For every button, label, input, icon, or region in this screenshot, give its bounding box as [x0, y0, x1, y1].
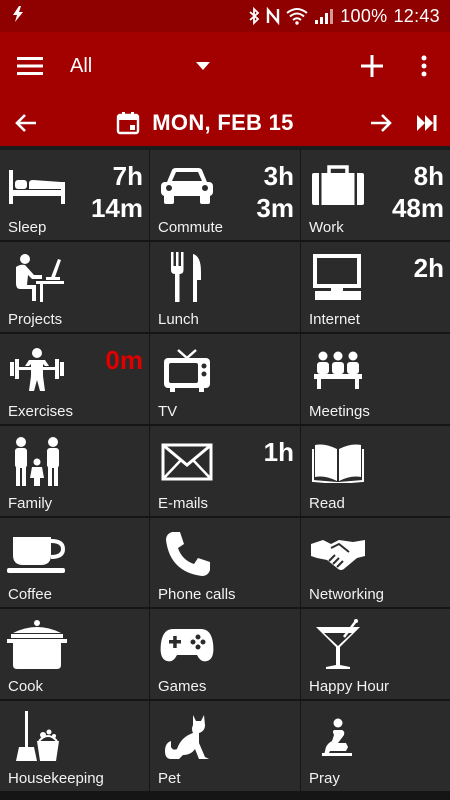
activity-duration: 1h — [263, 436, 294, 467]
bluetooth-icon — [248, 7, 260, 25]
book-icon — [307, 434, 369, 490]
overflow-menu-button[interactable] — [398, 32, 450, 100]
signal-icon — [314, 7, 334, 25]
add-button[interactable] — [346, 32, 398, 100]
activity-name: Games — [158, 678, 207, 696]
clock: 12:43 — [393, 5, 440, 26]
person-at-desk-icon — [6, 250, 68, 306]
activity-tile[interactable]: Pray — [301, 701, 450, 792]
family-icon — [6, 434, 68, 490]
calendar-icon — [117, 112, 140, 135]
activity-name: Coffee — [8, 586, 52, 604]
activity-duration: 8h 48m — [391, 161, 444, 223]
activity-name: Work — [309, 218, 344, 236]
activity-tile[interactable]: 3h 3m Commute — [150, 150, 300, 240]
nfc-icon — [266, 7, 280, 25]
cooking-pot-icon — [6, 617, 68, 673]
activity-tile[interactable]: Cook — [0, 609, 149, 700]
activity-name: Cook — [8, 678, 44, 696]
activity-name: Projects — [8, 310, 63, 328]
activity-tile[interactable]: 0m Exercises — [0, 333, 149, 424]
current-date: MON, FEB 15 — [152, 110, 294, 135]
briefcase-icon — [307, 158, 369, 214]
activity-name: Networking — [309, 586, 385, 604]
activity-name: Pray — [309, 770, 340, 788]
activity-name: Read — [309, 494, 345, 512]
activity-tile[interactable]: Phone calls — [150, 517, 300, 608]
fork-knife-icon — [156, 250, 218, 306]
toolbar: All — [0, 32, 450, 100]
activity-duration: 3h 3m — [256, 161, 294, 223]
computer-icon — [307, 250, 369, 306]
cat-icon — [156, 709, 218, 765]
activity-name: Family — [8, 494, 53, 512]
broom-bucket-icon — [6, 709, 68, 765]
jump-to-today-button[interactable] — [404, 100, 450, 146]
phone-icon — [156, 526, 218, 582]
activity-tile[interactable]: Projects — [0, 241, 149, 332]
date-picker[interactable]: MON, FEB 15 — [52, 110, 358, 136]
more-vertical-icon — [421, 55, 427, 77]
activity-tile[interactable]: TV — [150, 333, 300, 424]
bottom-edge — [0, 791, 450, 800]
praying-person-icon — [307, 709, 369, 765]
activity-name: Happy Hour — [309, 678, 390, 696]
activity-name: E-mails — [158, 494, 209, 512]
status-bar: 100% 12:43 — [0, 0, 450, 32]
gamepad-icon — [156, 617, 218, 673]
activity-tile[interactable]: Family — [0, 425, 149, 516]
meeting-icon — [307, 342, 369, 398]
activity-tile[interactable]: Networking — [301, 517, 450, 608]
activity-grid: 7h 14m Sleep 3h 3m Commute 8h 48m Work P… — [0, 150, 450, 792]
activity-name: TV — [158, 402, 178, 420]
activity-name: Meetings — [309, 402, 370, 420]
activity-name: Sleep — [8, 218, 47, 236]
coffee-cup-icon — [6, 526, 68, 582]
tv-icon — [156, 342, 218, 398]
battery-percentage: 100% — [340, 5, 388, 26]
arrow-right-icon — [371, 114, 392, 132]
activity-name: Phone calls — [158, 586, 236, 604]
filter-dropdown[interactable]: All — [60, 32, 210, 100]
handshake-icon — [307, 526, 369, 582]
next-day-button[interactable] — [358, 100, 404, 146]
activity-tile[interactable]: 7h 14m Sleep — [0, 150, 149, 240]
activity-duration: 0m — [105, 344, 143, 375]
activity-name: Pet — [158, 770, 181, 788]
car-icon — [156, 158, 218, 214]
activity-tile[interactable]: Housekeeping — [0, 701, 149, 792]
activity-tile[interactable]: Lunch — [150, 241, 300, 332]
activity-tile[interactable]: 2h Internet — [301, 241, 450, 332]
activity-name: Lunch — [158, 310, 199, 328]
activity-tile[interactable]: Read — [301, 425, 450, 516]
dropdown-arrow-icon — [196, 62, 210, 70]
weightlifter-icon — [6, 342, 68, 398]
activity-duration: 7h 14m — [90, 161, 143, 223]
filter-label: All — [70, 54, 93, 77]
activity-tile[interactable]: 1h E-mails — [150, 425, 300, 516]
activity-tile[interactable]: Meetings — [301, 333, 450, 424]
wifi-icon — [286, 7, 308, 25]
menu-button[interactable] — [0, 32, 60, 100]
activity-tile[interactable]: Coffee — [0, 517, 149, 608]
envelope-icon — [156, 434, 218, 490]
activity-name: Housekeeping — [8, 770, 104, 788]
hamburger-menu-icon — [17, 57, 43, 75]
arrow-left-icon — [15, 114, 36, 132]
bed-icon — [6, 158, 68, 214]
activity-tile[interactable]: Pet — [150, 701, 300, 792]
previous-day-button[interactable] — [0, 100, 52, 146]
date-navigation: MON, FEB 15 — [0, 100, 450, 146]
activity-tile[interactable]: Games — [150, 609, 300, 700]
skip-to-end-icon — [417, 115, 437, 131]
activity-name: Exercises — [8, 402, 74, 420]
activity-name: Commute — [158, 218, 224, 236]
activity-duration: 2h — [413, 252, 444, 283]
activity-tile[interactable]: 8h 48m Work — [301, 150, 450, 240]
activity-tile[interactable]: Happy Hour — [301, 609, 450, 700]
activity-name: Internet — [309, 310, 360, 328]
flash-notification-icon — [10, 5, 26, 28]
cocktail-icon — [307, 617, 369, 673]
plus-icon — [361, 55, 383, 77]
